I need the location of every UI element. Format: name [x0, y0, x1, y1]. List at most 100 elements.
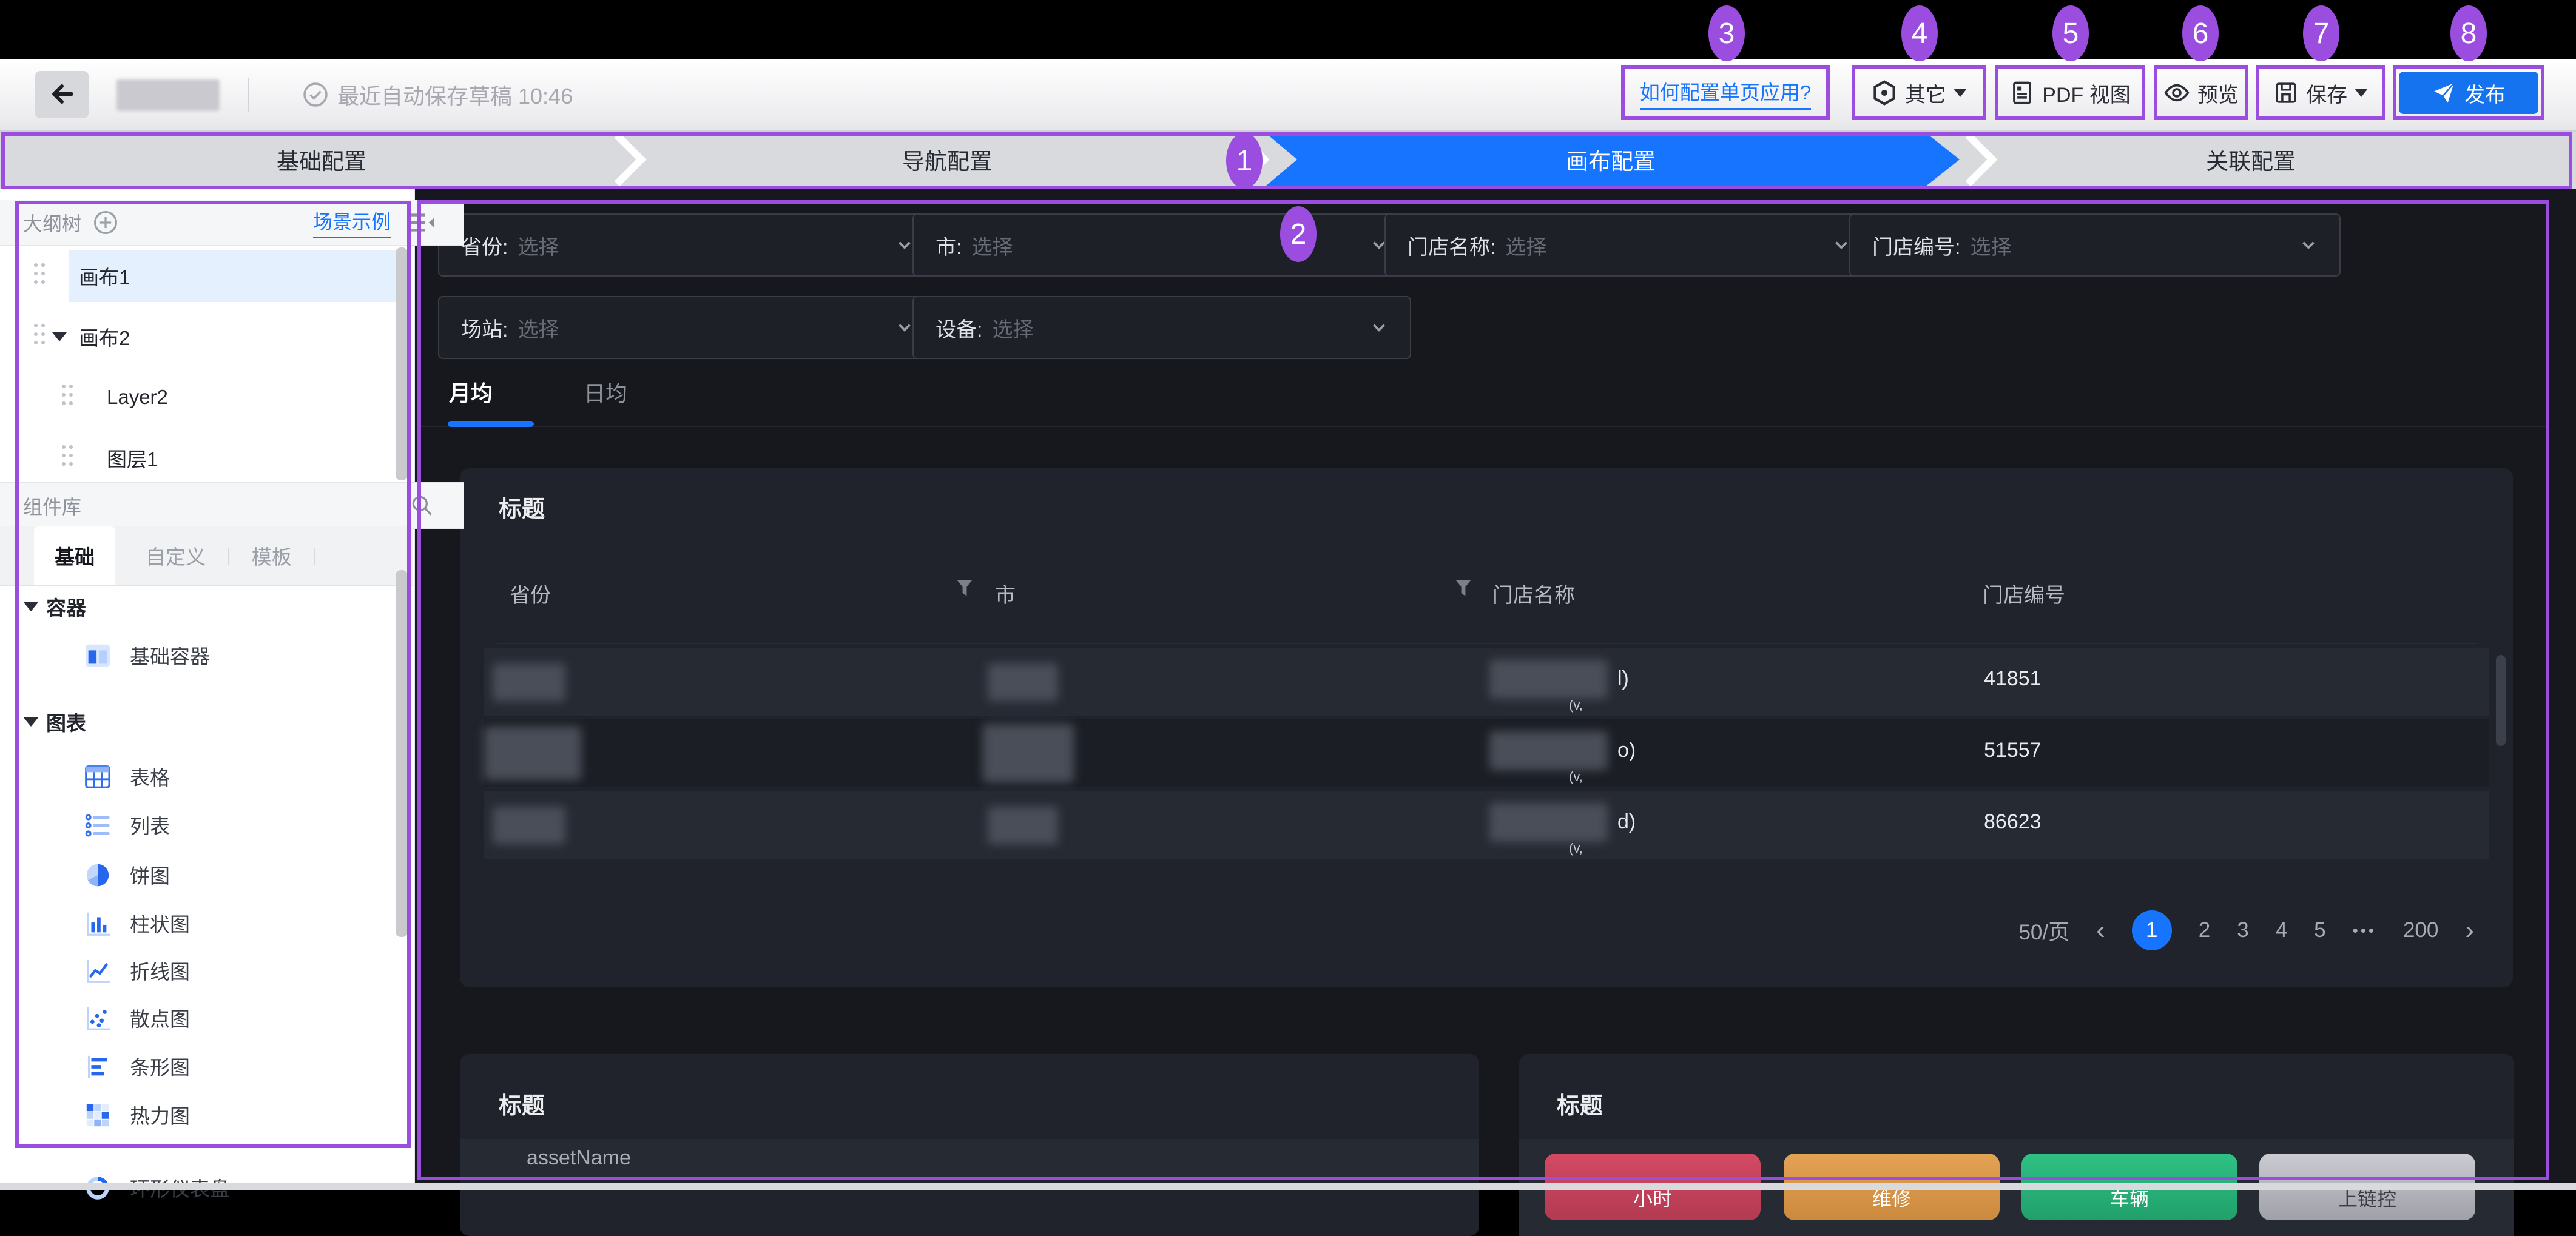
column-header-store-name[interactable]: 门店名称 [1492, 579, 1575, 608]
component-line-chart[interactable]: 折线图 [0, 949, 413, 992]
component-scatter[interactable]: 散点图 [0, 996, 413, 1040]
filter-city[interactable]: 市: 选择 [912, 213, 1411, 277]
filter-station[interactable]: 场站: 选择 [438, 296, 937, 359]
table-row[interactable]: o) (v, 51557 [484, 719, 2489, 787]
save-label: 保存 [2306, 78, 2347, 108]
tab-basic[interactable]: 基础 [34, 526, 115, 585]
table-row[interactable]: l) (v, 41851 [484, 648, 2489, 716]
next-page-arrow[interactable]: › [2465, 915, 2474, 945]
component-label: 表格 [130, 762, 170, 791]
tree-item-label: Layer2 [107, 386, 168, 409]
drag-handle-icon[interactable] [33, 261, 46, 291]
preview-label: 预览 [2197, 78, 2239, 108]
paper-plane-icon [2432, 81, 2456, 105]
page-ellipsis[interactable]: ••• [2353, 921, 2376, 940]
page-size-label: 50/页 [2018, 915, 2069, 946]
filter-province[interactable]: 省份: 选择 [438, 213, 937, 277]
outline-header: 大纲树 场景示例 [0, 200, 464, 246]
top-bar: 最近自动保存草稿 10:46 如何配置单页应用? 其它 PDF 视图 预览 [0, 59, 2576, 132]
redacted-cell [1489, 803, 1608, 842]
page-5[interactable]: 5 [2314, 918, 2325, 942]
tree-item-layer1[interactable]: 图层1 [0, 432, 413, 484]
page-1-active[interactable]: 1 [2132, 910, 2172, 950]
tree-item-canvas1[interactable]: 画布1 [0, 250, 413, 302]
settings-hexagon-icon [1871, 79, 1898, 106]
component-label: 柱状图 [130, 909, 190, 938]
drag-handle-icon[interactable] [61, 443, 74, 472]
step-relation-config[interactable]: 关联配置 [2002, 130, 2500, 189]
pdf-view-button[interactable]: PDF 视图 [2006, 78, 2134, 109]
filter-device[interactable]: 设备: 选择 [912, 296, 1411, 359]
preview-button[interactable]: 预览 [2160, 78, 2242, 109]
component-heatmap[interactable]: 热力图 [0, 1093, 413, 1137]
search-icon[interactable] [409, 492, 436, 519]
more-button[interactable]: 其它 [1867, 78, 1971, 109]
card-title: 标题 [1557, 1087, 1603, 1120]
step-basic-config[interactable]: 基础配置 [0, 130, 643, 189]
component-label: 条形图 [130, 1052, 190, 1081]
publish-button[interactable]: 发布 [2399, 72, 2538, 114]
back-button[interactable] [35, 71, 89, 118]
filter-store-number[interactable]: 门店编号: 选择 [1849, 213, 2341, 277]
component-column-chart[interactable]: 柱状图 [0, 901, 413, 945]
step-nav-config[interactable]: 导航配置 [644, 130, 1250, 189]
canvas-area: 省份: 选择 市: 选择 门店名称: 选择 门店编号: 选择 场站: 选择 设备… [414, 189, 2576, 1190]
table-row[interactable]: d) (v, 86623 [484, 791, 2489, 859]
component-basic-container[interactable]: 基础容器 [0, 633, 413, 677]
caret-down-icon [23, 602, 39, 611]
annotation-badge-3: 3 [1708, 5, 1745, 61]
library-header: 组件库 [0, 482, 464, 529]
column-header-city[interactable]: 市 [995, 579, 1016, 608]
library-scrollbar[interactable] [396, 570, 408, 937]
step-canvas-config-active[interactable]: 画布配置 [1262, 130, 1960, 189]
page-3[interactable]: 3 [2237, 918, 2248, 942]
header-divider [497, 643, 2477, 644]
column-header-store-number[interactable]: 门店编号 [1983, 579, 2065, 608]
tree-item-label: 画布1 [79, 261, 130, 291]
autosave-text: 最近自动保存草稿 10:46 [337, 79, 573, 110]
scene-example-link[interactable]: 场景示例 [313, 207, 391, 238]
more-label: 其它 [1905, 78, 1946, 108]
column-header-province[interactable]: 省份 [510, 579, 551, 608]
drag-handle-icon[interactable] [33, 322, 46, 351]
chevron-down-icon [895, 318, 914, 337]
collapse-list-icon[interactable] [408, 210, 436, 235]
prev-page-arrow[interactable]: ‹ [2096, 915, 2105, 945]
store-number-cell: 86623 [1984, 810, 2042, 834]
tree-scrollbar[interactable] [396, 247, 408, 480]
table-card: 标题 省份 市 门店名称 门店编号 l) (v, 41851 o) (v, 51… [460, 468, 2513, 987]
table-scrollbar[interactable] [2496, 655, 2506, 746]
tab-daily-avg[interactable]: 日均 [584, 376, 627, 408]
redaction-fragment: (v, [1569, 769, 1583, 785]
active-tab-underline [448, 421, 534, 427]
save-button[interactable]: 保存 [2270, 78, 2372, 109]
scatter-icon [84, 1004, 112, 1037]
filter-funnel-icon[interactable] [955, 577, 974, 599]
divider [248, 78, 249, 112]
chevron-down-icon [2299, 236, 2318, 254]
component-pie[interactable]: 饼图 [0, 853, 413, 896]
asset-name-row[interactable]: assetName [460, 1139, 1479, 1177]
filter-label: 设备: [936, 313, 982, 343]
tab-custom[interactable]: 自定义 [125, 526, 226, 585]
tab-monthly-avg[interactable]: 月均 [449, 376, 493, 408]
tree-item-layer2[interactable]: Layer2 [0, 371, 413, 423]
filter-funnel-icon[interactable] [1454, 577, 1473, 599]
help-link[interactable]: 如何配置单页应用? [1640, 76, 1811, 110]
page-200[interactable]: 200 [2403, 918, 2438, 942]
tree-item-canvas2[interactable]: 画布2 [0, 311, 413, 363]
drag-handle-icon[interactable] [61, 383, 74, 412]
component-bar-chart[interactable]: 条形图 [0, 1044, 413, 1088]
tab-template[interactable]: 模板 [231, 526, 312, 585]
caret-down-icon[interactable] [52, 332, 67, 341]
section-charts[interactable]: 图表 [0, 704, 413, 740]
component-table[interactable]: 表格 [0, 754, 413, 798]
add-canvas-icon[interactable] [92, 209, 119, 236]
page-4[interactable]: 4 [2276, 918, 2287, 942]
filter-store-name[interactable]: 门店名称: 选择 [1384, 213, 1873, 277]
section-container[interactable]: 容器 [0, 588, 413, 625]
component-list[interactable]: 列表 [0, 803, 413, 847]
check-circle-icon [302, 81, 329, 108]
page-2[interactable]: 2 [2199, 918, 2210, 942]
store-name-suffix: d) [1617, 810, 1636, 834]
